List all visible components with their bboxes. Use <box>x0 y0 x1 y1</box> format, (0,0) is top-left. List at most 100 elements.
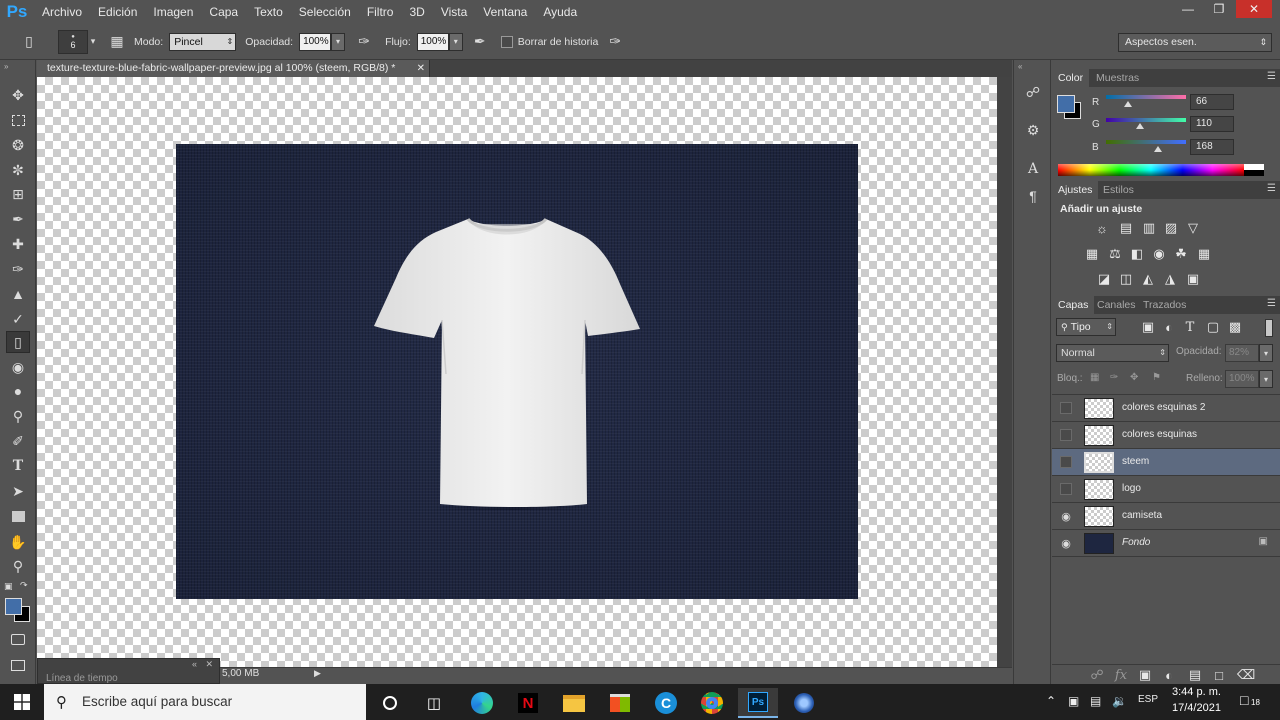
zoom-tool-icon[interactable]: ⚲ <box>6 555 30 577</box>
add-mask-icon[interactable]: ▣ <box>1136 667 1154 683</box>
tray-app-icon[interactable]: ▣ <box>1068 694 1079 708</box>
blend-mode-dropdown[interactable]: Normal ⇕ <box>1056 344 1169 362</box>
fill-input[interactable]: 100% <box>1225 370 1259 388</box>
crop-tool-icon[interactable]: ⊞ <box>6 183 30 205</box>
b-value-input[interactable]: 168 <box>1190 139 1234 155</box>
invert-icon[interactable]: ◪ <box>1095 271 1113 287</box>
marquee-tool-icon[interactable] <box>6 109 30 131</box>
clone-stamp-tool-icon[interactable]: ▲ <box>6 283 30 305</box>
brush-size-picker[interactable]: ● 6 <box>58 29 88 54</box>
layer-thumbnail[interactable] <box>1084 425 1114 446</box>
menu-edicion[interactable]: Edición <box>90 0 145 24</box>
fill-dropdown-icon[interactable]: ▾ <box>1259 370 1273 388</box>
channel-mixer-icon[interactable]: ☘ <box>1172 246 1190 262</box>
tab-styles[interactable]: Estilos <box>1097 181 1140 199</box>
menu-ventana[interactable]: Ventana <box>475 0 535 24</box>
tab-swatches[interactable]: Muestras <box>1090 69 1145 87</box>
dodge-tool-icon[interactable]: ⚲ <box>6 405 30 427</box>
layer-thumbnail[interactable] <box>1084 479 1114 500</box>
blur-tool-icon[interactable]: ● <box>6 380 30 402</box>
healing-brush-tool-icon[interactable]: ✚ <box>6 233 30 255</box>
exposure-icon[interactable]: ▨ <box>1162 220 1180 236</box>
chrome-icon[interactable] <box>692 688 732 718</box>
levels-icon[interactable]: ▤ <box>1117 220 1135 236</box>
layer-row[interactable]: ◉ camiseta <box>1052 503 1280 530</box>
layer-visibility-toggle[interactable] <box>1060 429 1072 441</box>
history-panel-icon[interactable]: ☍ <box>1023 82 1043 102</box>
flow-dropdown-icon[interactable]: ▾ <box>448 32 463 51</box>
eye-icon[interactable]: ◉ <box>1058 508 1074 524</box>
clock-date[interactable]: 17/4/2021 <box>1172 702 1221 714</box>
curves-icon[interactable]: ▥ <box>1140 220 1158 236</box>
file-explorer-icon[interactable] <box>554 688 594 718</box>
history-brush-tool-icon[interactable]: ✓ <box>6 308 30 330</box>
minimize-button[interactable]: — <box>1174 0 1202 18</box>
windows-start-button[interactable] <box>0 684 44 720</box>
quick-mask-icon[interactable] <box>6 628 30 650</box>
layer-opacity-dropdown-icon[interactable]: ▾ <box>1259 344 1273 362</box>
filter-adjustment-icon[interactable]: ◐ <box>1160 319 1178 335</box>
brightness-icon[interactable]: ☼ <box>1093 220 1111 236</box>
eyedropper-tool-icon[interactable]: ✒ <box>6 208 30 230</box>
menu-archivo[interactable]: Archivo <box>34 0 90 24</box>
filter-shape-icon[interactable]: ▢ <box>1204 319 1222 335</box>
g-value-input[interactable]: 110 <box>1190 116 1234 132</box>
menu-3d[interactable]: 3D <box>401 0 432 24</box>
color-balance-icon[interactable]: ⚖ <box>1106 246 1124 262</box>
selective-color-icon[interactable]: ◮ <box>1161 271 1179 287</box>
color-fg-swatch[interactable] <box>1057 95 1075 113</box>
filter-type-icon[interactable]: T <box>1181 319 1199 335</box>
pressure-size-icon[interactable]: ✑ <box>604 31 626 53</box>
tab-paths[interactable]: Trazados <box>1137 296 1192 314</box>
mode-dropdown[interactable]: Pincel ⇕ <box>169 32 237 51</box>
panel-collapse-icon[interactable]: » <box>4 62 8 71</box>
timeline-panel[interactable]: Línea de tiempo « ✕ <box>37 658 220 684</box>
airbrush-icon[interactable]: ✒ <box>469 31 491 53</box>
b-slider[interactable] <box>1106 140 1186 144</box>
new-group-icon[interactable]: ▤ <box>1186 667 1204 683</box>
notifications-button[interactable]: □ 18 <box>1240 690 1264 712</box>
tab-color[interactable]: Color <box>1052 69 1090 87</box>
tab-adjustments[interactable]: Ajustes <box>1052 181 1099 199</box>
photoshop-taskbar-icon[interactable]: Ps <box>738 688 778 718</box>
spectrum-black-white[interactable] <box>1244 164 1264 176</box>
layer-opacity-input[interactable]: 82% <box>1225 344 1259 362</box>
document-tab[interactable]: texture-texture-blue-fabric-wallpaper-pr… <box>37 60 430 77</box>
link-layers-icon[interactable]: ☍ <box>1088 667 1106 683</box>
properties-panel-icon[interactable]: ⚙ <box>1023 120 1043 140</box>
r-value-input[interactable]: 66 <box>1190 94 1234 110</box>
posterize-icon[interactable]: ◫ <box>1117 271 1135 287</box>
g-slider-thumb[interactable] <box>1136 123 1144 129</box>
microsoft-store-icon[interactable] <box>600 688 640 718</box>
eye-icon[interactable]: ◉ <box>1058 535 1074 551</box>
character-panel-icon[interactable]: A <box>1023 159 1043 179</box>
path-selection-tool-icon[interactable]: ➤ <box>6 480 30 502</box>
filter-smart-object-icon[interactable]: ▩ <box>1226 319 1244 335</box>
menu-texto[interactable]: Texto <box>246 0 291 24</box>
layer-visibility-toggle[interactable] <box>1060 402 1072 414</box>
filter-toggle[interactable] <box>1265 319 1273 337</box>
lasso-tool-icon[interactable]: ❂ <box>6 134 30 156</box>
brush-tool-icon[interactable]: ✑ <box>6 258 30 280</box>
eraser-preset-icon[interactable]: ▯ <box>18 31 40 53</box>
filter-pixel-icon[interactable]: ▣ <box>1139 319 1157 335</box>
layer-visibility-toggle[interactable] <box>1060 483 1072 495</box>
layer-filter-dropdown[interactable]: ⚲ Tipo ⇕ <box>1056 318 1116 336</box>
vertical-scrollbar[interactable] <box>997 77 1012 667</box>
color-lookup-icon[interactable]: ▦ <box>1195 246 1213 262</box>
opacity-dropdown-icon[interactable]: ▾ <box>331 32 346 51</box>
tray-overflow-icon[interactable]: ⌃ <box>1046 694 1056 708</box>
layer-row[interactable]: ◉ Fondo ▣ <box>1052 530 1280 557</box>
task-view-icon[interactable]: ◫ <box>414 688 454 718</box>
pressure-opacity-icon[interactable]: ✑ <box>353 31 375 53</box>
cortana-icon[interactable] <box>370 688 410 718</box>
volume-icon[interactable]: 🔉 <box>1112 694 1127 708</box>
close-button[interactable]: ✕ <box>1236 0 1272 18</box>
lock-all-icon[interactable]: ⚑ <box>1152 372 1161 383</box>
layer-thumbnail[interactable] <box>1084 398 1114 419</box>
layer-style-icon[interactable]: fx <box>1112 667 1130 683</box>
foreground-color-swatch[interactable] <box>5 598 22 615</box>
restore-button[interactable]: ❐ <box>1205 0 1233 18</box>
close-tab-icon[interactable]: ✕ <box>417 60 425 77</box>
new-layer-icon[interactable]: □ <box>1210 667 1228 683</box>
